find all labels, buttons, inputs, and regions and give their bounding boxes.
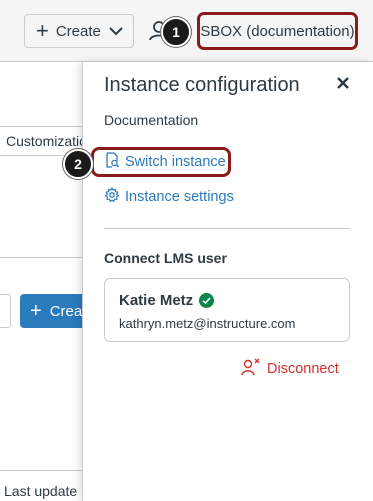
divider	[104, 228, 350, 229]
divider	[0, 470, 82, 471]
create-button-label: Create	[55, 22, 101, 40]
close-icon[interactable]	[333, 74, 353, 94]
plus-icon: +	[36, 18, 49, 43]
instance-configuration-panel: Instance configuration Documentation Swi…	[82, 62, 373, 501]
lms-user-card: Katie Metz kathryn.metz@instructure.com	[104, 278, 350, 342]
plus-icon: +	[30, 300, 42, 322]
search-input[interactable]	[0, 294, 11, 328]
search-document-icon	[104, 152, 125, 172]
switch-instance-link[interactable]: Switch instance	[91, 147, 231, 177]
instance-settings-link[interactable]: Instance settings	[104, 187, 234, 207]
check-circle-icon	[199, 293, 215, 308]
user-name: Katie Metz	[119, 292, 194, 309]
disconnect-label: Disconnect	[267, 361, 339, 377]
instance-settings-label: Instance settings	[125, 189, 234, 205]
gear-icon	[104, 187, 125, 207]
create-button[interactable]: + Create	[24, 14, 134, 48]
panel-title: Instance configuration	[104, 74, 300, 96]
create-item-label: Crea	[49, 302, 83, 320]
switch-instance-label: Switch instance	[125, 154, 226, 170]
connect-lms-heading: Connect LMS user	[104, 250, 227, 266]
create-item-button[interactable]: + Crea	[20, 294, 90, 328]
last-updated-header[interactable]: Last update	[4, 483, 77, 499]
user-name-row: Katie Metz	[119, 292, 215, 309]
user-email: kathryn.metz@instructure.com	[119, 316, 296, 331]
disconnect-button[interactable]: Disconnect	[241, 358, 339, 380]
callout-badge-2: 2	[63, 149, 93, 179]
instance-button[interactable]: SBOX (documentation)	[197, 12, 358, 50]
callout-badge-1: 1	[161, 17, 191, 47]
instance-name: Documentation	[104, 112, 199, 128]
divider	[0, 257, 82, 258]
chevron-down-icon	[109, 23, 123, 40]
user-disconnect-icon	[241, 358, 267, 380]
